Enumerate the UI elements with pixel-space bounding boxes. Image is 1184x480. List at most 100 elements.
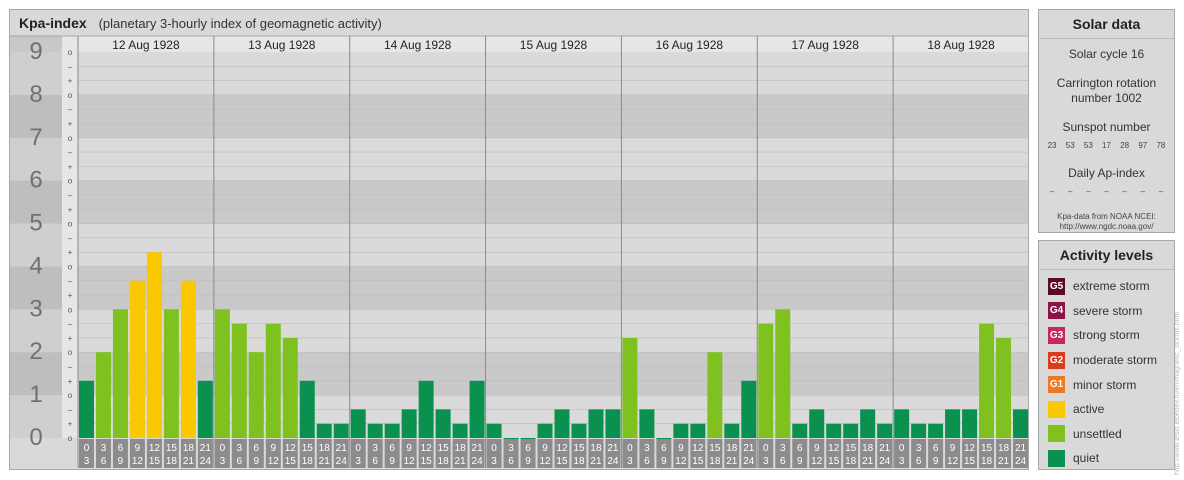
kpa-bar xyxy=(707,352,723,438)
y-minor-mark: o xyxy=(68,48,73,57)
kpa-bar xyxy=(452,423,468,438)
kpa-bar xyxy=(588,409,604,438)
y-tick-label: 0 xyxy=(29,424,42,451)
y-minor-mark: o xyxy=(68,177,73,186)
level-label: unsettled xyxy=(1073,426,1122,441)
interval-start-label: 12 xyxy=(828,443,840,454)
interval-start-label: 6 xyxy=(933,443,939,454)
level-swatch: G5 xyxy=(1048,277,1065,295)
y-minor-mark: + xyxy=(68,119,73,128)
interval-end-label: 15 xyxy=(964,456,976,467)
interval-start-label: 18 xyxy=(590,443,602,454)
carrington-rotation: Carrington rotation number 1002 xyxy=(1039,76,1174,106)
interval-end-label: 18 xyxy=(981,456,993,467)
solar-cycle: Solar cycle 16 xyxy=(1068,47,1145,61)
interval-start-label: 18 xyxy=(319,443,331,454)
y-minor-mark: + xyxy=(68,291,73,300)
interval-end-label: 21 xyxy=(183,456,195,467)
interval-start-label: 15 xyxy=(438,443,450,454)
ap-values: – – – – – – – xyxy=(1043,187,1170,196)
kpa-bar xyxy=(724,423,740,438)
interval-start-label: 3 xyxy=(508,443,514,454)
kpa-bar xyxy=(129,280,145,438)
kpa-bar xyxy=(962,409,978,438)
y-minor-mark: – xyxy=(68,148,73,157)
y-minor-mark: o xyxy=(68,134,73,143)
sunspot-values: 23 53 53 17 28 97 78 xyxy=(1043,141,1170,150)
kpa-bar xyxy=(231,323,247,438)
interval-end-label: 12 xyxy=(132,456,144,467)
activity-level-strong-storm: G3 strong storm xyxy=(1039,323,1174,348)
y-minor-mark: – xyxy=(68,191,73,200)
interval-start-label: 0 xyxy=(763,443,769,454)
interval-end-label: 15 xyxy=(828,456,840,467)
interval-end-label: 6 xyxy=(372,456,378,467)
y-minor-mark: o xyxy=(68,220,73,229)
interval-start-label: 12 xyxy=(149,443,161,454)
kpa-bar xyxy=(469,380,485,438)
interval-start-label: 21 xyxy=(607,443,619,454)
level-band xyxy=(78,180,1028,224)
interval-start-label: 15 xyxy=(573,443,585,454)
level-band xyxy=(78,94,1028,138)
y-minor-mark: o xyxy=(68,348,73,357)
interval-start-label: 18 xyxy=(862,443,874,454)
interval-end-label: 9 xyxy=(933,456,939,467)
interval-end-label: 3 xyxy=(491,456,497,467)
interval-end-label: 9 xyxy=(797,456,803,467)
interval-start-label: 15 xyxy=(709,443,721,454)
y-minor-mark: + xyxy=(68,377,73,386)
day-label: 18 Aug 1928 xyxy=(927,38,995,52)
kpa-bar xyxy=(894,409,910,438)
interval-start-label: 6 xyxy=(525,443,531,454)
sunspot-value: 17 xyxy=(1102,141,1111,150)
kpa-bar xyxy=(248,352,264,438)
interval-start-label: 6 xyxy=(661,443,667,454)
level-label: strong storm xyxy=(1073,328,1140,343)
kpa-bar xyxy=(860,409,876,438)
sunspot-value: 78 xyxy=(1156,141,1166,150)
ap-value: – xyxy=(1122,187,1127,196)
interval-start-label: 21 xyxy=(200,443,212,454)
interval-end-label: 6 xyxy=(101,456,107,467)
level-band xyxy=(78,266,1028,310)
ap-value: – xyxy=(1104,187,1109,196)
y-minor-mark: + xyxy=(68,248,73,257)
interval-start-label: 3 xyxy=(101,443,107,454)
kpa-bar-chart: 0123456789o+–o+–o+–o+–o+–o+–o+–o+–o+–o12… xyxy=(10,35,1028,468)
kpa-bar xyxy=(112,309,128,438)
kpa-bar xyxy=(435,409,451,438)
interval-end-label: 18 xyxy=(166,456,178,467)
sunspot-value: 28 xyxy=(1120,141,1130,150)
activity-levels-title: Activity levels xyxy=(1039,241,1174,270)
kpa-bar xyxy=(996,337,1012,438)
interval-end-label: 6 xyxy=(916,456,922,467)
interval-start-label: 9 xyxy=(135,443,141,454)
interval-end-label: 24 xyxy=(200,456,212,467)
interval-end-label: 18 xyxy=(302,456,314,467)
interval-end-label: 9 xyxy=(525,456,531,467)
interval-start-label: 12 xyxy=(421,443,433,454)
interval-start-label: 0 xyxy=(84,443,90,454)
y-minor-mark: + xyxy=(68,162,73,171)
level-swatch xyxy=(1048,400,1065,418)
interval-start-label: 3 xyxy=(644,443,650,454)
kpa-bar xyxy=(333,423,349,438)
interval-end-label: 15 xyxy=(421,456,433,467)
sunspot-value: 53 xyxy=(1083,141,1093,150)
interval-start-label: 15 xyxy=(981,443,993,454)
kpa-bar xyxy=(622,337,638,438)
interval-start-label: 9 xyxy=(950,443,956,454)
interval-end-label: 3 xyxy=(220,456,226,467)
ap-value: – xyxy=(1049,187,1055,196)
interval-start-label: 15 xyxy=(845,443,857,454)
solar-data-panel: Solar data Solar cycle 16 Carrington rot… xyxy=(1038,9,1175,233)
sunspot-value: 97 xyxy=(1138,141,1148,150)
interval-start-label: 3 xyxy=(372,443,378,454)
interval-end-label: 12 xyxy=(539,456,551,467)
day-label: 12 Aug 1928 xyxy=(112,38,180,52)
interval-start-label: 0 xyxy=(355,443,361,454)
interval-end-label: 24 xyxy=(472,456,484,467)
kpa-bar xyxy=(554,409,570,438)
interval-end-label: 12 xyxy=(947,456,959,467)
